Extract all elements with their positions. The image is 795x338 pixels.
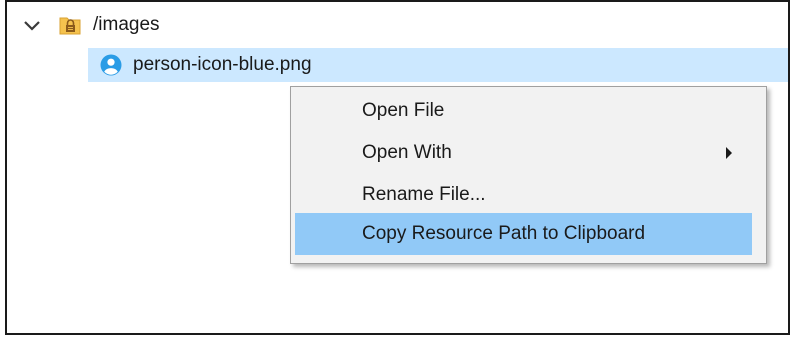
context-menu: Open File Open With Rename File... Copy … bbox=[290, 86, 767, 264]
submenu-arrow-icon bbox=[726, 147, 732, 159]
locked-folder-icon bbox=[59, 17, 81, 35]
tree-file-row-selected[interactable]: person-icon-blue.png bbox=[88, 48, 788, 82]
folder-label: /images bbox=[93, 14, 160, 35]
menu-item-open-file[interactable]: Open File bbox=[295, 90, 752, 132]
menu-item-copy-resource-path[interactable]: Copy Resource Path to Clipboard bbox=[295, 213, 752, 255]
menu-item-label: Rename File... bbox=[362, 184, 486, 205]
person-icon bbox=[100, 54, 122, 76]
chevron-down-icon[interactable] bbox=[22, 19, 42, 33]
menu-item-open-with[interactable]: Open With bbox=[295, 132, 752, 174]
project-explorer-panel: /images person-icon-blue.png Open File O… bbox=[5, 0, 790, 335]
menu-item-label: Open File bbox=[362, 100, 445, 121]
menu-item-rename-file[interactable]: Rename File... bbox=[295, 174, 752, 216]
tree-folder-row[interactable]: /images bbox=[7, 10, 788, 40]
file-label: person-icon-blue.png bbox=[133, 54, 312, 75]
menu-item-label: Open With bbox=[362, 142, 452, 163]
menu-item-label: Copy Resource Path to Clipboard bbox=[362, 223, 646, 244]
